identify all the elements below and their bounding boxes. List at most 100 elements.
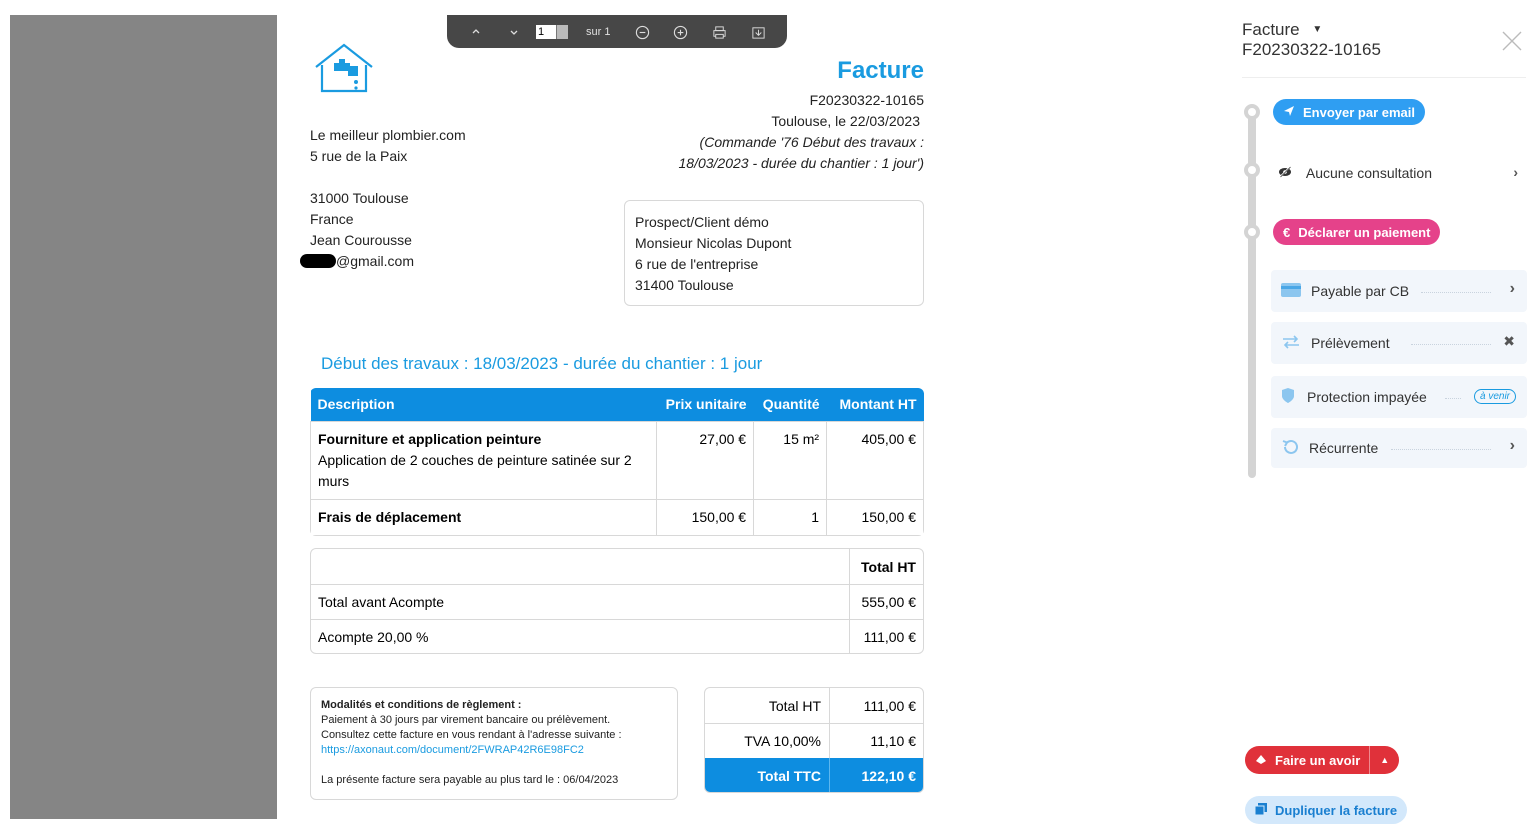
document-number: F20230322-10165 [1242,40,1381,59]
total-ttc-label: Total TTC [757,768,821,784]
terms-link[interactable]: https://axonaut.com/document/2FWRAP42R6E… [321,743,622,758]
client-line: Monsieur Nicolas Dupont [635,235,792,251]
redaction-mark [300,254,336,268]
option-payable-cb[interactable]: Payable par CB › [1271,270,1527,312]
column-header: Description [310,388,657,421]
zoom-out-icon[interactable] [633,23,651,41]
sender-email-row: @gmail.com [300,251,466,272]
copy-icon [1254,802,1267,818]
declare-payment-button[interactable]: € Déclarer un paiement [1273,219,1441,245]
document-type-selector[interactable]: Facture ▼ [1242,20,1322,40]
zoom-in-icon[interactable] [671,23,689,41]
line-quantity: 15 m² [753,420,828,500]
coming-soon-badge: à venir [1473,389,1516,404]
document-type-label: Facture [1242,20,1300,39]
duplicate-invoice-button[interactable]: Dupliquer la facture [1245,796,1408,824]
column-header: Prix unitaire [656,388,754,421]
timeline-dot [1244,104,1260,120]
tva-value: 11,10 € [870,733,916,749]
sender-line: France [310,211,354,227]
caret-down-icon: ▼ [1312,24,1323,35]
total-ttc-value: 122,10 € [861,768,917,784]
terms-title: Modalités et conditions de règlement : [321,699,522,711]
transfer-arrows-icon [1281,334,1301,352]
payment-terms-box: Modalités et conditions de règlement : P… [310,687,678,800]
next-page-icon[interactable] [505,23,523,41]
column-header: Quantité [753,388,827,421]
line-quantity: 1 [753,498,828,536]
table-row: Fourniture et application peinture Appli… [310,420,924,500]
option-recurrente[interactable]: Récurrente › [1271,428,1527,468]
line-detail: Application de 2 couches de peinture sat… [318,451,632,489]
sender-line: Le meilleur plombier.com [310,127,466,143]
invoice-icon [1255,753,1267,768]
total-before-deposit-value: 555,00 € [861,594,917,610]
sender-line: Jean Courousse [310,232,412,248]
order-note-line-2: 18/03/2023 - durée du chantier : 1 jour'… [678,155,925,171]
deposit-label: Acompte 20,00 % [318,629,429,645]
subtotal-box: Total HT Total avant Acompte 555,00 € Ac… [310,548,924,654]
line-unit-price: 150,00 € [656,498,755,536]
option-prelevement[interactable]: Prélèvement ✖ [1271,322,1527,364]
option-protection-impayee[interactable]: Protection impayée à venir [1271,376,1527,418]
credit-note-label: Faire un avoir [1275,752,1361,768]
send-icon [1283,105,1295,120]
line-amount: 405,00 € [826,420,924,500]
table-header: Description Prix unitaire Quantité Monta… [310,388,924,421]
client-line: 31400 Toulouse [635,277,734,293]
table-row: Frais de déplacement 150,00 € 1 150,00 € [310,498,924,536]
divider [1242,77,1526,78]
option-label: Récurrente [1309,440,1379,456]
caret-up-icon[interactable]: ▲ [1370,755,1399,765]
client-line: Prospect/Client démo [635,214,769,230]
terms-due-date: La présente facture sera payable au plus… [321,774,619,786]
duplicate-invoice-label: Dupliquer la facture [1275,802,1398,818]
eye-slash-icon [1278,165,1296,181]
line-description: Fourniture et application peinture Appli… [310,420,658,500]
history-icon [1281,439,1299,458]
page-number-input[interactable]: 1 [536,25,556,39]
company-logo [312,43,376,100]
tva-label: TVA 10,00% [744,733,821,749]
line-items-table: Description Prix unitaire Quantité Monta… [310,388,924,536]
invoice-number: F20230322-10165 [809,92,924,108]
option-label: Protection impayée [1307,389,1427,405]
consultation-row[interactable]: Aucune consultation › [1278,164,1518,181]
remove-icon[interactable]: ✖ [1503,333,1515,350]
timeline-dot [1244,224,1260,240]
sender-email: @gmail.com [336,253,415,269]
send-email-button[interactable]: Envoyer par email [1273,99,1425,125]
line-amount: 150,00 € [826,498,924,536]
chevron-right-icon: › [1509,280,1515,297]
client-line: 6 rue de l'entreprise [635,256,759,272]
page-number-field[interactable]: 1 [536,23,568,41]
close-icon[interactable] [1501,30,1523,57]
terms-line: Consultez cette facture en vous rendant … [321,729,622,741]
previous-page-icon[interactable] [467,23,485,41]
line-title: Fourniture et application peinture [318,430,542,447]
option-label: Payable par CB [1311,283,1410,299]
page-count: sur 1 [586,26,611,38]
subtotal-header: Total HT [861,559,916,575]
invoice-title: Facture [837,57,924,84]
total-ht-value: 111,00 € [863,698,916,714]
download-icon[interactable] [749,23,767,41]
chevron-right-icon: › [1509,437,1515,454]
credit-note-button[interactable]: Faire un avoir ▲ [1245,746,1400,774]
print-icon[interactable] [710,23,728,41]
send-email-label: Envoyer par email [1303,104,1415,120]
line-title: Frais de déplacement [310,498,658,536]
timeline-dot [1244,162,1260,178]
totals-box: Total HT 111,00 € TVA 10,00% 11,10 € Tot… [704,687,924,793]
order-note-line-1: (Commande '76 Début des travaux : [699,134,924,150]
shield-icon [1281,387,1295,407]
section-title: Début des travaux : 18/03/2023 - durée d… [321,354,763,373]
line-unit-price: 27,00 € [656,420,755,500]
terms-line: Paiement à 30 jours par virement bancair… [321,714,611,726]
pdf-toolbar: 1 sur 1 [447,15,787,48]
euro-icon: € [1283,224,1291,240]
total-ht-label: Total HT [768,698,821,714]
page-spinner[interactable] [556,25,568,39]
sender-address: Le meilleur plombier.com 5 rue de la Pai… [300,125,466,272]
option-label: Prélèvement [1311,335,1390,351]
